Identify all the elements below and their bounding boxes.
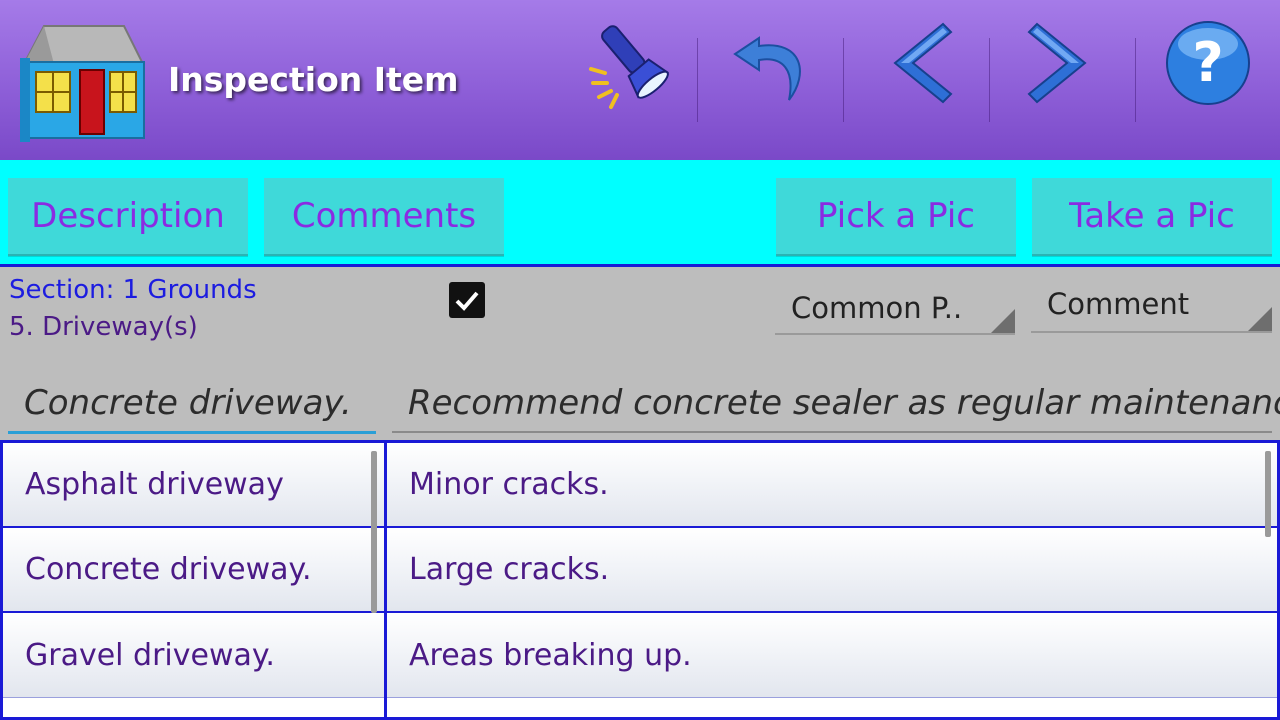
forward-chevron-icon	[1027, 22, 1087, 104]
list-item[interactable]: Minor cracks.	[387, 443, 1277, 528]
button-bar: Description Comments Pick a Pic Take a P…	[0, 160, 1280, 264]
pick-a-pic-button[interactable]: Pick a Pic	[776, 178, 1016, 256]
svg-text:?: ?	[1192, 31, 1223, 94]
back-chevron-icon	[893, 22, 953, 104]
list-item[interactable]: Asphalt driveway	[3, 443, 384, 528]
undo-icon	[733, 36, 801, 101]
help-button[interactable]: ?	[1142, 8, 1274, 118]
comment-value: Recommend concrete sealer as regular mai…	[408, 383, 1280, 423]
house-icon[interactable]	[14, 14, 146, 144]
description-value: Concrete driveway.	[24, 383, 352, 423]
common-phrases-dropdown[interactable]: Common P..	[775, 285, 1015, 335]
section-label: Section: 1 Grounds	[9, 275, 257, 305]
take-a-pic-button[interactable]: Take a Pic	[1032, 178, 1272, 256]
comments-button[interactable]: Comments	[264, 178, 504, 256]
item-checkbox[interactable]	[449, 282, 485, 318]
item-label: 5. Driveway(s)	[9, 312, 198, 342]
list-item[interactable]: Large cracks.	[387, 528, 1277, 613]
comment-field[interactable]: Recommend concrete sealer as regular mai…	[392, 377, 1280, 433]
list-item[interactable]: Areas breaking up.	[387, 613, 1277, 698]
scrollbar[interactable]	[371, 451, 377, 613]
comment-list[interactable]: Minor cracks. Large cracks. Areas breaki…	[384, 440, 1280, 720]
scrollbar[interactable]	[1265, 451, 1271, 537]
lists-area: Asphalt driveway Concrete driveway. Grav…	[0, 440, 1280, 720]
dropdown-arrow-icon	[991, 309, 1015, 333]
comment-type-dropdown[interactable]: Comment	[1031, 285, 1272, 333]
item-info-panel: Section: 1 Grounds 5. Driveway(s) Common…	[0, 267, 1280, 440]
dropdown-value: Common P..	[791, 291, 963, 325]
previous-button[interactable]	[852, 8, 984, 118]
list-item[interactable]: Gravel driveway.	[3, 613, 384, 698]
dropdown-value: Comment	[1047, 287, 1190, 321]
checkmark-icon	[455, 291, 479, 311]
action-bar: Inspection Item ?	[0, 0, 1280, 160]
page-title: Inspection Item	[168, 60, 459, 99]
description-button[interactable]: Description	[8, 178, 248, 256]
help-icon: ?	[1166, 21, 1250, 105]
next-button[interactable]	[996, 8, 1128, 118]
description-list[interactable]: Asphalt driveway Concrete driveway. Grav…	[0, 440, 387, 720]
undo-button[interactable]	[708, 8, 840, 118]
list-item[interactable]: Concrete driveway.	[3, 528, 384, 613]
dropdown-arrow-icon	[1248, 307, 1272, 331]
description-field[interactable]: Concrete driveway.	[8, 377, 376, 434]
flashlight-button[interactable]	[566, 8, 698, 118]
flashlight-icon	[589, 25, 670, 109]
